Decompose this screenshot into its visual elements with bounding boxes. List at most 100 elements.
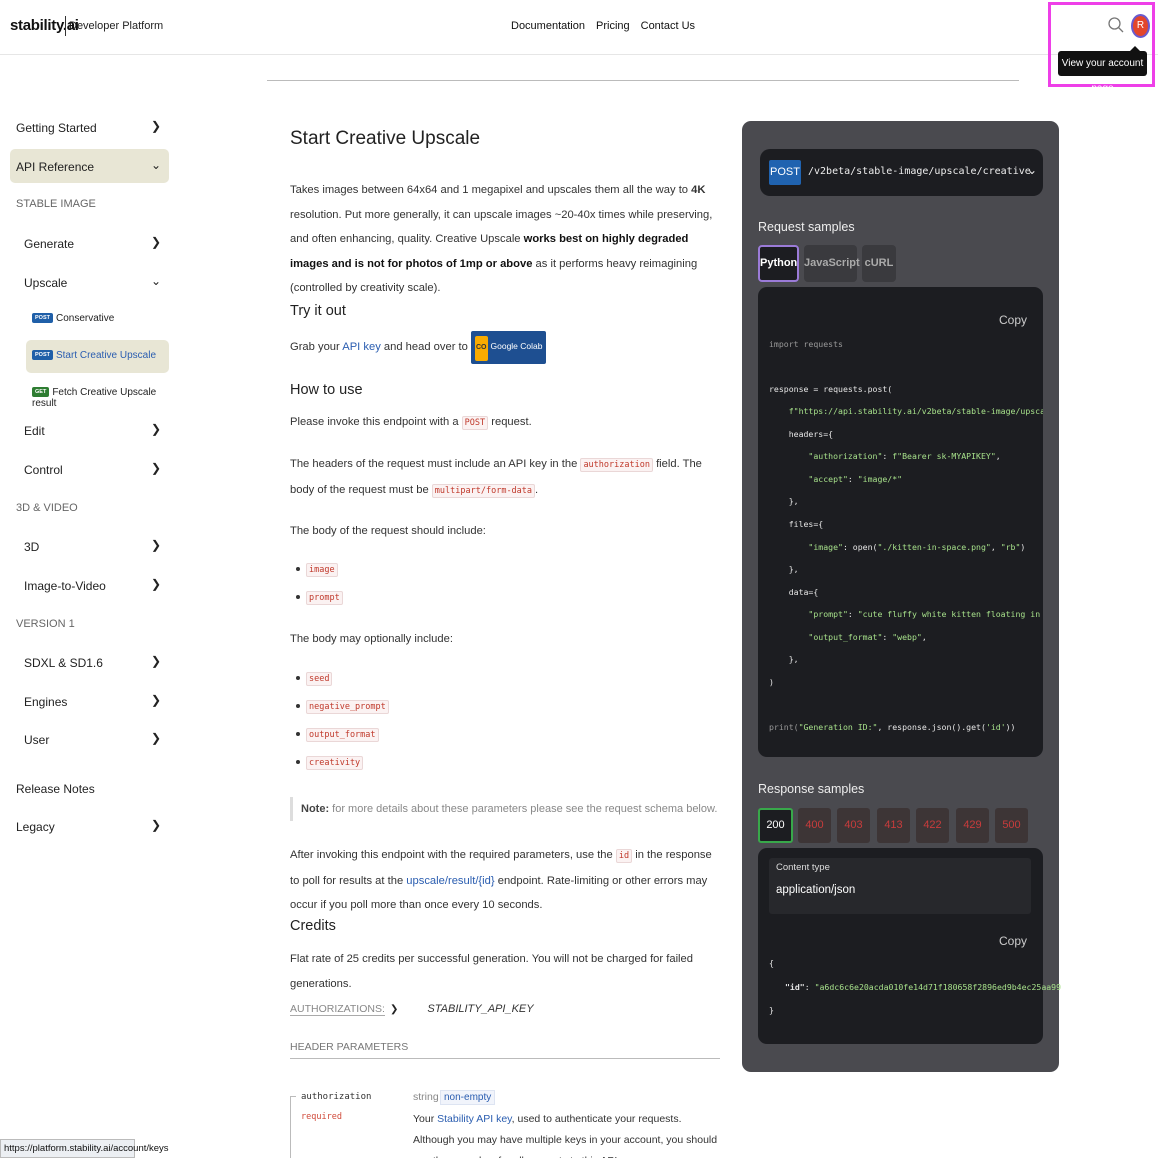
request-code-block: Copy import requests response = requests… <box>758 287 1043 757</box>
tab-python[interactable]: Python <box>758 245 799 282</box>
sidebar-item-control[interactable]: Control ❯ <box>10 452 169 486</box>
sidebar-item-label: SDXL & SD1.6 <box>24 656 103 670</box>
bullet-dot <box>296 567 300 572</box>
google-colab-button[interactable]: CO Google Colab <box>471 331 547 364</box>
code-token: , <box>990 542 1001 552</box>
nav-pricing[interactable]: Pricing <box>596 20 630 32</box>
code-line: print("Generation ID:", response.json().… <box>769 722 1015 732</box>
after-text: After invoking this endpoint with the re… <box>290 849 616 861</box>
note-label: Note: <box>301 803 330 815</box>
response-tab-400[interactable]: 400 <box>798 808 831 843</box>
sidebar-item-fetch-creative-upscale[interactable]: GET Fetch Creative Upscale result <box>10 376 169 410</box>
copy-button[interactable]: Copy <box>999 934 1027 948</box>
code-line: data={ <box>769 587 819 597</box>
response-tab-429[interactable]: 429 <box>956 808 989 843</box>
sidebar-item-edit[interactable]: Edit ❯ <box>10 413 169 447</box>
list-item: prompt <box>296 591 343 605</box>
headers-paragraph: The headers of the request must include … <box>290 452 722 503</box>
code-token: "authorization" <box>769 451 883 461</box>
code-line: headers={ <box>769 429 834 439</box>
bullet-dot <box>296 676 300 681</box>
api-key-link[interactable]: API key <box>342 341 381 353</box>
nav-documentation[interactable]: Documentation <box>511 20 585 32</box>
inline-code: POST <box>461 416 489 430</box>
sidebar-item-label: Control <box>24 463 63 477</box>
response-tab-200[interactable]: 200 <box>758 808 793 843</box>
code-token: "accept" <box>769 474 848 484</box>
sidebar-item-conservative[interactable]: POST Conservative <box>10 302 169 336</box>
code-token: : <box>804 982 815 992</box>
sidebar-item-release-notes[interactable]: Release Notes <box>10 771 169 805</box>
sidebar-item-3d[interactable]: 3D ❯ <box>10 529 169 563</box>
sidebar-item-label: Fetch Creative Upscale result <box>32 387 157 409</box>
param-constraint: non-empty <box>440 1090 496 1105</box>
sidebar-item-user[interactable]: User ❯ <box>10 722 169 756</box>
developer-platform-label[interactable]: Developer Platform <box>69 20 163 32</box>
code-line: "output_format": "webp", <box>769 632 927 642</box>
code-token: )) <box>1005 722 1016 732</box>
intro-text: Takes images between 64x64 and 1 megapix… <box>290 184 692 196</box>
code-token: "prompt" <box>769 609 848 619</box>
code-line: ) <box>769 677 774 687</box>
sidebar-item-generate[interactable]: Generate ❯ <box>10 226 169 260</box>
sidebar-item-sdxl[interactable]: SDXL & SD1.6 ❯ <box>10 645 169 679</box>
sidebar-item-label: Upscale <box>24 276 68 290</box>
code-token: "image" <box>769 542 843 552</box>
sidebar-item-start-creative-upscale[interactable]: POST Start Creative Upscale <box>26 340 169 373</box>
code-token: f"Bearer sk-MYAPIKEY" <box>892 451 996 461</box>
code-token: "image/*" <box>857 474 903 484</box>
code-line: } <box>769 1005 774 1015</box>
endpoint-path: /v2beta/stable-image/upscale/creative <box>808 166 1031 177</box>
sidebar-item-label: Image-to-Video <box>24 579 106 593</box>
response-samples-heading: Response samples <box>758 782 865 796</box>
upscale-result-link[interactable]: upscale/result/{id} <box>406 875 494 887</box>
request-samples-heading: Request samples <box>758 220 855 234</box>
post-badge: POST <box>32 313 53 324</box>
param-tree-branch <box>290 1096 296 1097</box>
response-tab-403[interactable]: 403 <box>837 808 870 843</box>
sidebar-item-label-wrap: GET Fetch Creative Upscale result <box>32 387 169 409</box>
inline-code: seed <box>306 672 333 686</box>
code-line: }, <box>769 654 799 664</box>
sidebar-item-label: Engines <box>24 695 68 709</box>
code-line: }, <box>769 564 799 574</box>
sidebar-item-legacy[interactable]: Legacy ❯ <box>10 809 169 843</box>
note-text: for more details about these parameters … <box>329 803 718 815</box>
code-token: : open( <box>842 542 878 552</box>
tab-curl[interactable]: cURL <box>862 245 896 282</box>
sidebar-item-label: Edit <box>24 424 45 438</box>
sidebar-item-label: Getting Started <box>16 121 97 135</box>
code-token: : <box>882 632 893 642</box>
authorizations-label[interactable]: AUTHORIZATIONS: <box>290 1003 385 1016</box>
status-url-bar: https://platform.stability.ai/account/ke… <box>0 1139 169 1158</box>
content-type-label: Content type <box>776 862 830 873</box>
code-token: ) <box>1020 542 1026 552</box>
stability-api-key-link[interactable]: Stability API key <box>437 1113 512 1125</box>
response-tab-413[interactable]: 413 <box>877 808 910 843</box>
try-it-out-heading: Try it out <box>290 303 346 319</box>
sidebar-item-api-reference[interactable]: API Reference ⌄ <box>10 149 169 183</box>
response-tab-422[interactable]: 422 <box>916 808 949 843</box>
sidebar-item-image-to-video[interactable]: Image-to-Video ❯ <box>10 568 169 602</box>
post-badge: POST <box>32 350 53 361</box>
response-tab-500[interactable]: 500 <box>995 808 1028 843</box>
header-parameters-heading: HEADER PARAMETERS <box>290 1041 720 1059</box>
copy-button[interactable]: Copy <box>999 313 1027 327</box>
try-it-out-text: Grab your API key and head over to CO Goo… <box>290 331 722 364</box>
tab-javascript[interactable]: JavaScript <box>804 245 860 282</box>
sidebar-item-engines[interactable]: Engines ❯ <box>10 684 169 718</box>
code-token: , <box>921 632 927 642</box>
code-token: "Generation ID:" <box>798 722 878 732</box>
code-token: , <box>995 451 1001 461</box>
sidebar-item-upscale[interactable]: Upscale ⌄ <box>10 265 169 299</box>
inline-code: output_format <box>306 728 379 742</box>
code-token: "./kitten-in-space.png" <box>877 542 991 552</box>
endpoint-selector[interactable]: POST /v2beta/stable-image/upscale/creati… <box>760 149 1043 196</box>
chevron-right-icon[interactable]: ❯ <box>390 1004 398 1015</box>
code-token: print( <box>769 722 799 732</box>
list-item: image <box>296 563 338 577</box>
sidebar-item-getting-started[interactable]: Getting Started ❯ <box>10 110 169 144</box>
nav-contact-us[interactable]: Contact Us <box>641 20 695 32</box>
sidebar-item-label: Generate <box>24 237 75 251</box>
sidebar-item-label: User <box>24 733 50 747</box>
